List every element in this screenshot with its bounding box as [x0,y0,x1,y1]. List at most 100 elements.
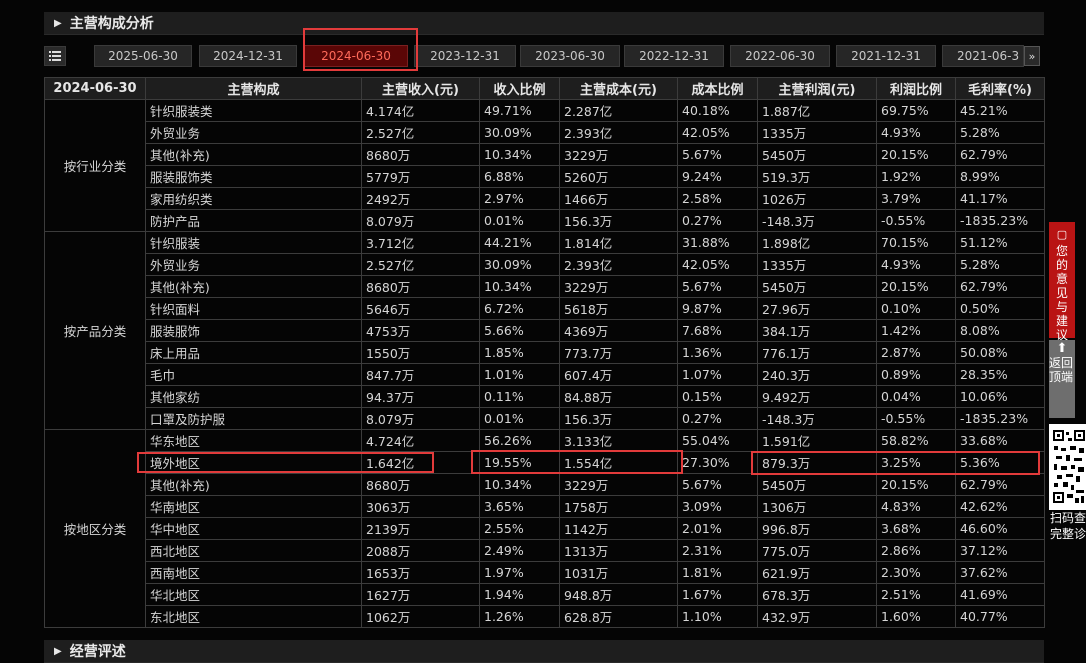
col-header-cost-ratio: 成本比例 [677,77,758,100]
profit-ratio-cell: 3.68% [876,517,956,540]
profit-ratio-cell: 1.60% [876,605,956,628]
composition-cell: 针织面料 [145,297,362,320]
tab-2022-06-30[interactable]: 2022-06-30 [730,45,830,67]
profit-ratio-cell: 4.93% [876,253,956,276]
revenue-cell: 2492万 [361,187,480,210]
arrow-up-icon: ⬆ [1056,341,1068,356]
profit-cell: 5450万 [757,473,877,496]
cost-ratio-cell: 27.30% [677,451,758,474]
composition-cell: 其他(补充) [145,275,362,298]
table-row: 服装服饰类 5779万 6.88% 5260万 9.24% 519.3万 1.92% 8.99… [45,165,1045,188]
profit-cell: 879.3万 [757,451,877,474]
section-title: 主营构成分析 [69,16,154,32]
table-row: 服装服饰 4753万 5.66% 4369万 7.68% 384.1万 1.42% 8.08% [45,319,1045,342]
cost-cell: 3.133亿 [559,429,678,452]
cost-ratio-cell: 2.01% [677,517,758,540]
cost-ratio-cell: 2.58% [677,187,758,210]
gross-margin-cell: 37.12% [955,539,1045,562]
qr-code[interactable] [1049,424,1086,510]
composition-cell: 西北地区 [145,539,362,562]
composition-cell: 其他(补充) [145,143,362,166]
gross-margin-cell: 8.99% [955,165,1045,188]
tab-2024-06-30[interactable]: 2024-06-30 [304,45,408,67]
composition-cell: 境外地区 [145,451,362,474]
tab-2021-12-31[interactable]: 2021-12-31 [836,45,936,67]
table-body: 按行业分类 针织服装类 4.174亿 49.71% 2.287亿 40.18% 1.887亿… [44,99,1045,628]
profit-ratio-cell: 69.75% [876,99,956,122]
gross-margin-cell: 10.06% [955,385,1045,408]
revenue-cell: 8.079万 [361,209,480,232]
qr-code-image [1052,428,1086,506]
profit-cell: 1335万 [757,121,877,144]
revenue-cell: 4753万 [361,319,480,342]
revenue-cell: 94.37万 [361,385,480,408]
gross-margin-cell: 46.60% [955,517,1045,540]
profit-ratio-cell: 1.42% [876,319,956,342]
section-header: ▶ 主营构成分析 [44,12,1044,35]
gross-margin-cell: 5.28% [955,121,1045,144]
composition-cell: 防护产品 [145,209,362,232]
gross-margin-cell: 62.79% [955,473,1045,496]
cost-ratio-cell: 0.27% [677,209,758,232]
tab-2022-12-31[interactable]: 2022-12-31 [624,45,724,67]
profit-cell: 519.3万 [757,165,877,188]
revenue-ratio-cell: 5.66% [479,319,560,342]
profit-ratio-cell: 20.15% [876,275,956,298]
tab-2023-12-31[interactable]: 2023-12-31 [414,45,516,67]
profit-cell: 27.96万 [757,297,877,320]
cost-cell: 5618万 [559,297,678,320]
revenue-ratio-cell: 10.34% [479,473,560,496]
profit-ratio-cell: 0.89% [876,363,956,386]
gross-margin-cell: 33.68% [955,429,1045,452]
gross-margin-cell: 62.79% [955,143,1045,166]
revenue-ratio-cell: 56.26% [479,429,560,452]
cost-ratio-cell: 1.07% [677,363,758,386]
cost-cell: 1031万 [559,561,678,584]
next-tabs-button[interactable]: » [1024,46,1040,66]
table-row: 其他(补充) 8680万 10.34% 3229万 5.67% 5450万 20.15% 62… [45,473,1045,496]
back-to-top-button[interactable]: ⬆ 返回顶端 [1049,340,1075,418]
cost-cell: 84.88万 [559,385,678,408]
revenue-ratio-cell: 30.09% [479,253,560,276]
cost-cell: 948.8万 [559,583,678,606]
revenue-ratio-cell: 10.34% [479,143,560,166]
profit-ratio-cell: -0.55% [876,407,956,430]
composition-cell: 华南地区 [145,495,362,518]
revenue-cell: 3.712亿 [361,231,480,254]
table-row: 口罩及防护服 8.079万 0.01% 156.3万 0.27% -148.3万 -0.55… [45,407,1045,430]
triangle-right-icon: ▶ [54,17,62,29]
list-toggle-button[interactable] [44,46,66,66]
profit-ratio-cell: 1.92% [876,165,956,188]
section-header-next: ▶ 经营评述 [44,640,1044,663]
cost-ratio-cell: 3.09% [677,495,758,518]
revenue-cell: 1550万 [361,341,480,364]
col-header-revenue: 主营收入(元) [361,77,480,100]
period-tabs: 2025-06-30 2024-12-31 2024-06-30 2023-12… [94,45,1040,67]
table-row: 境外地区 1.642亿 19.55% 1.554亿 27.30% 879.3万 3.25% 5… [45,451,1045,474]
tab-2024-12-31[interactable]: 2024-12-31 [199,45,297,67]
tab-2025-06-30[interactable]: 2025-06-30 [94,45,192,67]
profit-ratio-cell: 2.51% [876,583,956,606]
col-header-period: 2024-06-30 [44,77,146,100]
profit-ratio-cell: 2.87% [876,341,956,364]
table-row: 按行业分类 针织服装类 4.174亿 49.71% 2.287亿 40.18% 1.887亿… [44,99,1045,232]
tab-2021-06-30[interactable]: 2021-06-3 [942,45,1024,67]
tab-2023-06-30[interactable]: 2023-06-30 [520,45,620,67]
profit-ratio-cell: 2.30% [876,561,956,584]
cost-cell: 607.4万 [559,363,678,386]
gross-margin-cell: 37.62% [955,561,1045,584]
revenue-ratio-cell: 19.55% [479,451,560,474]
revenue-ratio-cell: 6.72% [479,297,560,320]
table-row: 家用纺织类 2492万 2.97% 1466万 2.58% 1026万 3.79% 41.17… [45,187,1045,210]
feedback-button[interactable]: ▢ 您的意见与建议 [1049,222,1075,342]
gross-margin-cell: 28.35% [955,363,1045,386]
double-chevron-right-icon: » [1028,49,1036,63]
table-row: 东北地区 1062万 1.26% 628.8万 1.10% 432.9万 1.60% 40.7… [45,605,1045,628]
revenue-cell: 2139万 [361,517,480,540]
col-header-composition: 主营构成 [145,77,362,100]
revenue-ratio-cell: 3.65% [479,495,560,518]
cost-ratio-cell: 2.31% [677,539,758,562]
cost-ratio-cell: 42.05% [677,121,758,144]
feedback-icon: ▢ [1056,228,1068,241]
cost-ratio-cell: 55.04% [677,429,758,452]
